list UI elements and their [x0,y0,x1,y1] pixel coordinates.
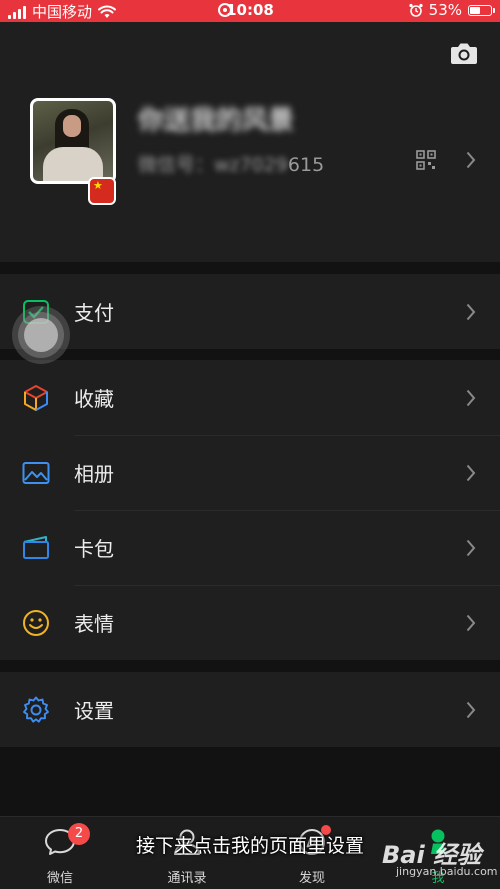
camera-icon[interactable] [450,41,478,65]
menu-item-cards[interactable]: 卡包 [0,510,500,585]
favorites-cube-icon [24,385,48,411]
wechat-id-visible: 615 [287,154,325,176]
menu-item-favorites[interactable]: 收藏 [0,360,500,435]
wechat-id-hidden: wz7029 [214,154,288,176]
status-right: 53% [409,1,495,19]
card-wallet-icon [23,536,49,559]
menu-group-settings: 设置 [0,672,500,747]
battery-percent: 53% [428,1,462,19]
qr-code-icon[interactable] [416,150,436,170]
tab-label: 通讯录 [167,871,207,886]
chevron-right-icon [466,389,476,407]
wechat-id: 微信号：wz7029615 [138,150,324,177]
menu-group-main: 收藏 相册 卡包 表情 [0,360,500,660]
chevron-right-icon [466,303,476,321]
assistive-touch-button[interactable] [12,306,70,364]
tab-label: 发现 [298,871,325,886]
alarm-icon [409,3,423,17]
china-flag-icon: ★ [88,177,116,205]
menu-label: 卡包 [74,537,114,561]
tab-label: 微信 [46,871,73,886]
menu-item-pay[interactable]: 支付 [0,274,500,349]
chevron-right-icon [466,464,476,482]
wechat-id-label: 微信号： [138,154,215,176]
menu-label: 表情 [74,612,114,636]
flag-star: ★ [93,179,103,192]
menu-item-album[interactable]: 相册 [0,435,500,510]
wechat-me-screen: 中国移动 10:08 53% ★ 你送我的风景 微信号：wz7029615 支付… [0,0,500,889]
avatar[interactable] [30,98,116,184]
chevron-right-icon [466,701,476,719]
menu-item-settings[interactable]: 设置 [0,672,500,747]
status-bar: 中国移动 10:08 53% [0,0,500,22]
avatar-face [63,115,81,137]
menu-label: 设置 [74,699,114,723]
gear-icon [23,696,49,723]
battery-fill [470,6,481,14]
menu-item-stickers[interactable]: 表情 [0,585,500,660]
watermark-url: jingyan.baidu.com [396,865,498,878]
chevron-right-icon [466,539,476,557]
menu-label: 收藏 [74,387,114,411]
baidu-watermark: Bai 经验 jingyan.baidu.com [382,835,498,878]
menu-label: 相册 [74,462,114,486]
chevron-right-icon [466,151,476,169]
battery-icon [468,4,495,16]
smiley-icon [23,610,49,636]
album-icon [22,462,50,484]
chevron-right-icon [466,614,476,632]
menu-group-pay: 支付 [0,274,500,349]
nickname: 你送我的风景 [138,106,295,136]
menu-label: 支付 [74,301,114,325]
